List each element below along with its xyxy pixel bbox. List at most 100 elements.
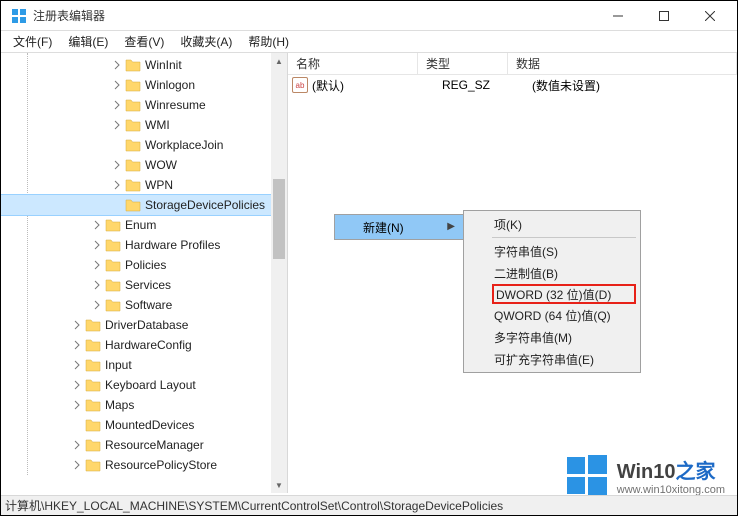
tree-item-label: Winresume	[145, 98, 206, 112]
folder-icon	[125, 198, 141, 212]
tree-item[interactable]: Winresume	[1, 95, 287, 115]
tree-item-label: Input	[105, 358, 132, 372]
tree-item[interactable]: WMI	[1, 115, 287, 135]
tree-item[interactable]: DriverDatabase	[1, 315, 287, 335]
tree-item[interactable]: Software	[1, 295, 287, 315]
tree-item-label: ResourceManager	[105, 438, 204, 452]
folder-icon	[105, 218, 121, 232]
menu-view[interactable]: 查看(V)	[116, 31, 172, 52]
context-item-new[interactable]: 新建(N) ▶	[335, 215, 463, 239]
tree-item[interactable]: Keyboard Layout	[1, 375, 287, 395]
context-item-label: 新建(N)	[363, 219, 404, 236]
expander-icon[interactable]	[71, 379, 83, 391]
tree-item[interactable]: Maps	[1, 395, 287, 415]
tree-item-label: WinInit	[145, 58, 182, 72]
tree-item[interactable]: Hardware Profiles	[1, 235, 287, 255]
status-path: 计算机\HKEY_LOCAL_MACHINE\SYSTEM\CurrentCon…	[5, 497, 503, 514]
menu-favorites[interactable]: 收藏夹(A)	[172, 31, 240, 52]
tree-item-label: HardwareConfig	[105, 338, 192, 352]
expander-icon[interactable]	[111, 99, 123, 111]
expander-icon[interactable]	[71, 359, 83, 371]
folder-icon	[125, 178, 141, 192]
tree-item-label: WMI	[145, 118, 170, 132]
tree-item[interactable]: WPN	[1, 175, 287, 195]
expander-icon[interactable]	[71, 339, 83, 351]
scroll-up-icon[interactable]: ▲	[271, 53, 287, 69]
tree-item[interactable]: StorageDevicePolicies	[1, 195, 287, 215]
expander-icon[interactable]	[91, 259, 103, 271]
window-title: 注册表编辑器	[33, 7, 105, 24]
scroll-track[interactable]	[271, 69, 287, 477]
tree-item[interactable]: MountedDevices	[1, 415, 287, 435]
tree-item[interactable]: WinInit	[1, 55, 287, 75]
tree-item-label: Winlogon	[145, 78, 195, 92]
folder-icon	[105, 258, 121, 272]
tree-scrollbar[interactable]: ▲ ▼	[271, 53, 287, 493]
list-row[interactable]: ab (默认) REG_SZ (数值未设置)	[288, 75, 737, 95]
tree-item[interactable]: WOW	[1, 155, 287, 175]
folder-icon	[85, 338, 101, 352]
scroll-thumb[interactable]	[273, 179, 285, 259]
expander-icon[interactable]	[71, 399, 83, 411]
cell-data: (数值未设置)	[524, 77, 737, 94]
tree-item-label: WOW	[145, 158, 177, 172]
tree-item-label: Keyboard Layout	[105, 378, 196, 392]
cell-type: REG_SZ	[434, 78, 524, 92]
column-name[interactable]: 名称	[288, 53, 418, 74]
submenu-expand[interactable]: 可扩充字符串值(E)	[464, 348, 640, 370]
scroll-down-icon[interactable]: ▼	[271, 477, 287, 493]
submenu-qword[interactable]: QWORD (64 位)值(Q)	[464, 304, 640, 326]
folder-icon	[105, 238, 121, 252]
tree-item[interactable]: WorkplaceJoin	[1, 135, 287, 155]
expander-icon[interactable]	[71, 459, 83, 471]
column-type[interactable]: 类型	[418, 53, 508, 74]
column-data[interactable]: 数据	[508, 53, 737, 74]
expander-icon[interactable]	[91, 219, 103, 231]
tree-item[interactable]: Enum	[1, 215, 287, 235]
folder-icon	[85, 398, 101, 412]
submenu-separator	[492, 237, 636, 238]
tree-pane: WinInit Winlogon Winresume WMI WorkplaceJoin…	[1, 53, 288, 493]
expander-icon[interactable]	[91, 299, 103, 311]
menu-help[interactable]: 帮助(H)	[240, 31, 297, 52]
submenu-binary[interactable]: 二进制值(B)	[464, 262, 640, 284]
submenu-multi[interactable]: 多字符串值(M)	[464, 326, 640, 348]
submenu-key[interactable]: 项(K)	[464, 213, 640, 235]
expander-icon[interactable]	[71, 439, 83, 451]
tree-item-label: DriverDatabase	[105, 318, 188, 332]
expander-none	[71, 419, 83, 431]
tree-item-label: Policies	[125, 258, 166, 272]
tree-item[interactable]: Winlogon	[1, 75, 287, 95]
tree-item[interactable]: Services	[1, 275, 287, 295]
menubar: 文件(F) 编辑(E) 查看(V) 收藏夹(A) 帮助(H)	[1, 31, 737, 53]
submenu-dword[interactable]: DWORD (32 位)值(D)	[492, 284, 636, 304]
expander-icon[interactable]	[111, 159, 123, 171]
submenu-string[interactable]: 字符串值(S)	[464, 240, 640, 262]
expander-icon[interactable]	[91, 239, 103, 251]
expander-icon[interactable]	[111, 179, 123, 191]
expander-icon[interactable]	[91, 279, 103, 291]
menu-edit[interactable]: 编辑(E)	[60, 31, 116, 52]
folder-icon	[125, 158, 141, 172]
folder-icon	[85, 358, 101, 372]
expander-icon[interactable]	[111, 59, 123, 71]
submenu-arrow-icon: ▶	[447, 221, 455, 232]
expander-icon[interactable]	[111, 79, 123, 91]
close-button[interactable]	[687, 1, 733, 31]
expander-icon[interactable]	[111, 119, 123, 131]
tree-item[interactable]: Policies	[1, 255, 287, 275]
tree-item[interactable]: HardwareConfig	[1, 335, 287, 355]
tree-item[interactable]: ResourcePolicyStore	[1, 455, 287, 475]
minimize-button[interactable]	[595, 1, 641, 31]
folder-icon	[85, 378, 101, 392]
expander-none	[111, 139, 123, 151]
tree-item[interactable]: ResourceManager	[1, 435, 287, 455]
expander-icon[interactable]	[71, 319, 83, 331]
tree-item[interactable]: Input	[1, 355, 287, 375]
tree-item-label: Software	[125, 298, 172, 312]
tree-item-label: Enum	[125, 218, 156, 232]
maximize-button[interactable]	[641, 1, 687, 31]
menu-file[interactable]: 文件(F)	[5, 31, 60, 52]
tree-item-label: StorageDevicePolicies	[145, 198, 265, 212]
statusbar: 计算机\HKEY_LOCAL_MACHINE\SYSTEM\CurrentCon…	[1, 495, 737, 515]
